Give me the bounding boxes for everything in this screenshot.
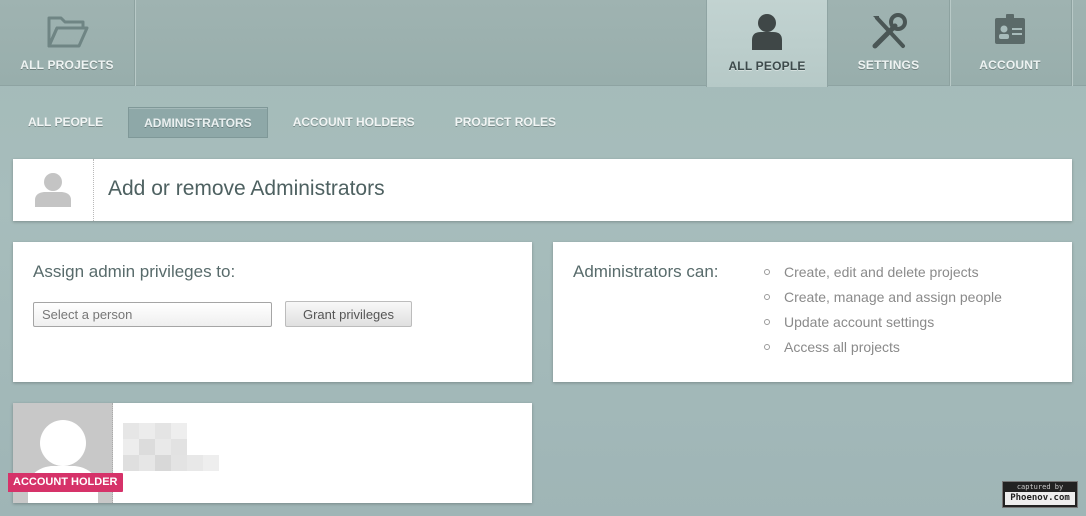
nav-divider <box>134 0 135 86</box>
person-icon <box>35 173 71 207</box>
assign-heading: Assign admin privileges to: <box>33 262 236 281</box>
list-item: Access all projects <box>764 339 1002 364</box>
tab-account-label: ACCOUNT <box>979 58 1041 72</box>
admins-can-panel: Administrators can: Create, edit and del… <box>553 242 1072 382</box>
tab-all-projects-label: ALL PROJECTS <box>20 58 114 72</box>
person-card[interactable]: ACCOUNT HOLDER <box>8 403 532 503</box>
admins-can-heading: Administrators can: <box>573 262 719 281</box>
folder-icon <box>45 12 89 55</box>
watermark: captured by Phoenov.com <box>1002 481 1078 508</box>
sub-nav: ALL PEOPLE ADMINISTRATORS ACCOUNT HOLDER… <box>13 107 581 138</box>
list-item: Create, manage and assign people <box>764 289 1002 314</box>
page-header: Add or remove Administrators <box>13 159 1072 221</box>
tab-account[interactable]: ACCOUNT <box>949 0 1071 86</box>
tab-settings[interactable]: SETTINGS <box>828 0 949 86</box>
subtab-account-holders[interactable]: ACCOUNT HOLDERS <box>278 107 430 138</box>
nav-divider <box>1071 0 1072 86</box>
assign-panel: Assign admin privileges to: Select a per… <box>13 242 532 382</box>
tab-all-projects[interactable]: ALL PROJECTS <box>0 0 134 86</box>
subtab-all-people[interactable]: ALL PEOPLE <box>13 107 118 138</box>
list-item: Update account settings <box>764 314 1002 339</box>
person-select[interactable]: Select a person <box>33 302 272 327</box>
id-card-icon <box>993 12 1027 49</box>
list-item: Create, edit and delete projects <box>764 264 1002 289</box>
permissions-list: Create, edit and delete projects Create,… <box>764 264 1002 364</box>
page-title: Add or remove Administrators <box>108 177 385 200</box>
header-avatar <box>13 159 94 221</box>
account-holder-badge: ACCOUNT HOLDER <box>8 473 123 492</box>
tab-all-people-label: ALL PEOPLE <box>728 59 806 73</box>
watermark-line1: captured by <box>1016 483 1064 491</box>
grant-privileges-button[interactable]: Grant privileges <box>285 301 412 327</box>
subtab-project-roles[interactable]: PROJECT ROLES <box>440 107 571 138</box>
tab-all-people[interactable]: ALL PEOPLE <box>706 0 828 87</box>
watermark-line2: Phoenov.com <box>1005 492 1075 505</box>
person-icon <box>749 12 785 53</box>
subtab-administrators[interactable]: ADMINISTRATORS <box>128 107 268 138</box>
tab-settings-label: SETTINGS <box>857 58 920 72</box>
top-nav: ALL PROJECTS ALL PEOPLE SETTINGS ACCOUNT <box>0 0 1086 87</box>
tools-icon <box>869 12 909 55</box>
